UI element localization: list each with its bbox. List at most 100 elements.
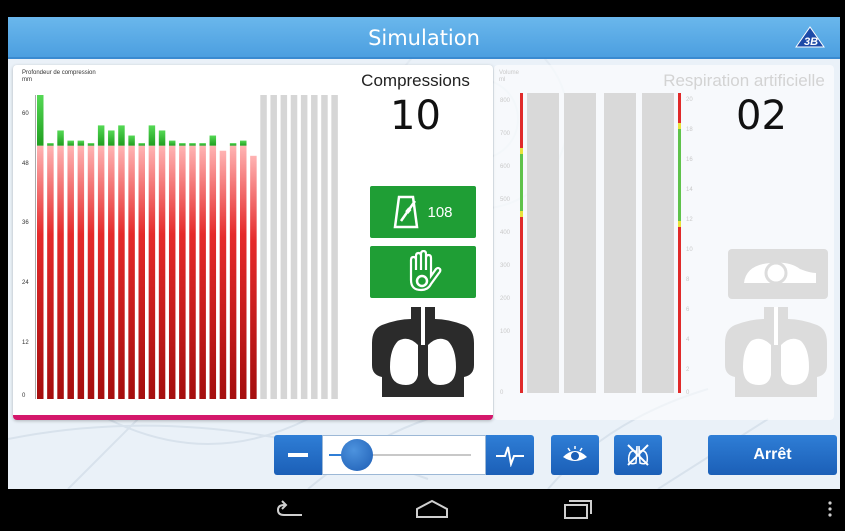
ventilation-count: 02	[736, 93, 787, 139]
ventilation-label: Respiration artificielle	[663, 71, 825, 90]
compression-bar-excess	[37, 95, 44, 146]
stop-button[interactable]: Arrêt	[708, 435, 837, 475]
torso-lungs-icon	[372, 307, 474, 397]
volume-tick-700: 700	[500, 131, 511, 137]
compression-bar	[189, 145, 196, 399]
compression-bar	[108, 145, 115, 399]
compression-bar-excess	[87, 143, 95, 146]
y-tick-24: 24	[22, 280, 29, 286]
overflow-menu-icon[interactable]	[826, 497, 834, 521]
compression-bar	[158, 145, 166, 399]
compression-bar	[57, 145, 64, 399]
system-nav-bar	[8, 489, 845, 531]
compression-bar-excess	[229, 143, 237, 146]
pressure-tick-2: 2	[686, 367, 690, 373]
compression-bar	[209, 145, 217, 399]
home-icon[interactable]	[414, 497, 450, 521]
pressure-tick-0: 0	[686, 390, 690, 396]
svg-text:3B: 3B	[804, 36, 818, 48]
app-screen: Simulation 3B Profondeur de compression	[0, 0, 845, 531]
pressure-tick-8: 8	[686, 277, 690, 283]
y-tick-36: 36	[22, 220, 29, 226]
bars-group	[35, 95, 338, 399]
page-title: Simulation	[368, 26, 480, 50]
pressure-tick-4: 4	[686, 337, 690, 343]
pressure-tick-12: 12	[686, 217, 693, 223]
compression-bar	[179, 145, 186, 399]
compression-panel: Profondeur de compression mm 60 48 36 24…	[13, 65, 493, 420]
compression-bar-excess	[199, 143, 206, 146]
compression-bar-excess	[47, 143, 54, 146]
empty-bar-slot	[260, 95, 267, 399]
compression-axis-title: Profondeur de compression mm	[22, 70, 96, 84]
compression-axis-unit: mm	[22, 77, 32, 83]
eye-icon	[563, 446, 587, 461]
volume-tick-800: 800	[500, 98, 511, 104]
slider-thumb[interactable]	[341, 439, 373, 471]
recent-apps-icon[interactable]	[561, 497, 593, 521]
compression-bar	[199, 145, 206, 399]
view-toggle-button[interactable]	[551, 435, 599, 475]
volume-tick-200: 200	[500, 296, 511, 302]
compression-bar-excess	[209, 135, 217, 146]
empty-bar-slot	[300, 95, 308, 399]
compression-bar-excess	[108, 130, 115, 146]
compression-bar-excess	[138, 143, 145, 146]
volume-tick-400: 400	[500, 230, 511, 236]
compression-depth-chart	[35, 95, 338, 399]
torso-lungs-faded-icon	[725, 307, 827, 397]
speed-decrease-button[interactable]	[274, 435, 322, 475]
empty-bar-slot	[290, 95, 298, 399]
empty-bar-slot	[311, 95, 318, 399]
empty-bar-slot	[321, 95, 328, 399]
lungs-crossed-icon	[627, 444, 649, 466]
compression-bar	[67, 145, 74, 399]
compression-bar-excess	[189, 143, 196, 146]
main-content: Profondeur de compression mm 60 48 36 24…	[8, 59, 840, 489]
y-tick-0: 0	[22, 393, 26, 399]
volume-tick-0: 0	[500, 390, 504, 396]
volume-tick-500: 500	[500, 197, 511, 203]
pressure-tick-16: 16	[686, 157, 693, 163]
heartbeat-button[interactable]	[486, 435, 534, 475]
compression-bar	[87, 145, 95, 399]
empty-bar-slot	[331, 95, 338, 399]
pressure-tick-14: 14	[686, 187, 693, 193]
compression-bar	[168, 145, 176, 399]
compression-bar-excess	[97, 125, 105, 146]
heartbeat-icon	[496, 446, 524, 467]
empty-bar-slot	[270, 95, 277, 399]
compression-bar-excess	[168, 140, 176, 146]
compressions-label: Compressions	[361, 71, 470, 90]
compression-bar	[97, 145, 105, 399]
compression-bar	[240, 145, 247, 399]
y-tick-60: 60	[22, 111, 29, 117]
metronome-rate: 108	[427, 203, 453, 221]
back-icon[interactable]	[276, 497, 306, 521]
compression-bar	[219, 150, 227, 399]
metronome-icon	[394, 195, 419, 229]
ventilation-toggle-button[interactable]	[614, 435, 662, 475]
compression-bar	[47, 145, 54, 399]
volume-tick-600: 600	[500, 164, 511, 170]
compression-bar	[138, 145, 145, 399]
y-tick-48: 48	[22, 161, 29, 167]
pressure-tick-10: 10	[686, 247, 693, 253]
pressure-tick-6: 6	[686, 307, 690, 313]
speed-slider[interactable]	[322, 435, 486, 475]
compression-bar-excess	[67, 140, 74, 146]
compression-axis-title-line1: Profondeur de compression	[22, 70, 96, 76]
hand-position-button[interactable]	[370, 246, 476, 298]
compression-bar-excess	[158, 130, 166, 146]
compression-bar-excess	[128, 135, 135, 146]
hand-position-icon	[409, 250, 442, 292]
compression-bar	[250, 155, 257, 399]
ventilation-panel: Volume ml 800 700 600 500 400 300 200 10…	[494, 65, 834, 420]
y-tick-12: 12	[22, 340, 29, 346]
compression-bar	[37, 145, 44, 399]
metronome-button[interactable]: 108	[370, 186, 476, 238]
volume-axis-title: Volume ml	[499, 70, 520, 83]
compression-bar	[148, 145, 156, 399]
empty-bar-slot	[280, 95, 288, 399]
head-tilt-icon	[728, 249, 828, 299]
